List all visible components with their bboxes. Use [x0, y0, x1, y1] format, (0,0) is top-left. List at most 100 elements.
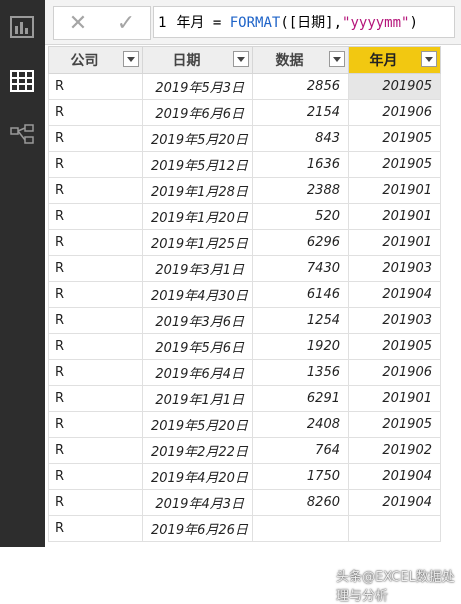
column-header-date[interactable]: 日期 — [142, 46, 253, 74]
cell-date[interactable]: 2019年6月26日 — [142, 515, 253, 542]
cell-company[interactable]: R — [48, 489, 143, 516]
cell-data[interactable]: 1750 — [252, 463, 349, 490]
cell-data[interactable]: 1636 — [252, 151, 349, 178]
commit-icon[interactable]: ✓ — [117, 11, 135, 36]
cell-date[interactable]: 2019年3月1日 — [142, 255, 253, 282]
data-view-icon[interactable] — [9, 68, 35, 94]
table-row[interactable]: R 2019年5月6日 1920 201905 — [48, 333, 441, 360]
formula-input[interactable]: 1 年月 = FORMAT([日期],"yyyymm") — [153, 6, 455, 38]
cell-data[interactable]: 7430 — [252, 255, 349, 282]
table-row[interactable]: R 2019年5月3日 2856 201905 — [48, 73, 441, 100]
table-row[interactable]: R 2019年4月30日 6146 201904 — [48, 281, 441, 308]
cell-yearmonth[interactable]: 201905 — [348, 125, 441, 152]
table-row[interactable]: R 2019年1月20日 520 201901 — [48, 203, 441, 230]
cell-data[interactable]: 1356 — [252, 359, 349, 386]
cell-yearmonth[interactable] — [348, 515, 441, 542]
cell-yearmonth[interactable]: 201903 — [348, 255, 441, 282]
cell-date[interactable]: 2019年4月3日 — [142, 489, 253, 516]
cell-data[interactable]: 6291 — [252, 385, 349, 412]
cell-data[interactable]: 843 — [252, 125, 349, 152]
cell-company[interactable]: R — [48, 99, 143, 126]
cell-date[interactable]: 2019年4月30日 — [142, 281, 253, 308]
cell-date[interactable]: 2019年5月6日 — [142, 333, 253, 360]
cell-company[interactable]: R — [48, 151, 143, 178]
cell-yearmonth[interactable]: 201902 — [348, 437, 441, 464]
cell-company[interactable]: R — [48, 177, 143, 204]
cell-company[interactable]: R — [48, 385, 143, 412]
cell-company[interactable]: R — [48, 307, 143, 334]
column-header-yearmonth[interactable]: 年月 — [348, 46, 441, 74]
table-row[interactable]: R 2019年1月28日 2388 201901 — [48, 177, 441, 204]
cell-date[interactable]: 2019年6月6日 — [142, 99, 253, 126]
table-row[interactable]: R 2019年5月20日 843 201905 — [48, 125, 441, 152]
filter-dropdown-icon[interactable] — [123, 51, 139, 67]
cell-yearmonth[interactable]: 201901 — [348, 177, 441, 204]
cell-company[interactable]: R — [48, 437, 143, 464]
cell-company[interactable]: R — [48, 411, 143, 438]
cell-yearmonth[interactable]: 201905 — [348, 333, 441, 360]
cell-yearmonth[interactable]: 201905 — [348, 151, 441, 178]
cell-yearmonth[interactable]: 201901 — [348, 203, 441, 230]
table-row[interactable]: R 2019年6月26日 — [48, 515, 441, 542]
cell-data[interactable]: 6296 — [252, 229, 349, 256]
column-header-data[interactable]: 数据 — [252, 46, 349, 74]
cell-data[interactable]: 6146 — [252, 281, 349, 308]
cell-company[interactable]: R — [48, 515, 143, 542]
cell-data[interactable]: 520 — [252, 203, 349, 230]
cell-data[interactable]: 764 — [252, 437, 349, 464]
cell-date[interactable]: 2019年4月20日 — [142, 463, 253, 490]
cell-company[interactable]: R — [48, 333, 143, 360]
cancel-icon[interactable]: ✕ — [69, 11, 87, 36]
cell-company[interactable]: R — [48, 125, 143, 152]
filter-dropdown-icon[interactable] — [233, 51, 249, 67]
report-view-icon[interactable] — [9, 14, 35, 40]
cell-date[interactable]: 2019年1月20日 — [142, 203, 253, 230]
cell-date[interactable]: 2019年3月6日 — [142, 307, 253, 334]
cell-yearmonth[interactable]: 201905 — [348, 411, 441, 438]
table-row[interactable]: R 2019年5月20日 2408 201905 — [48, 411, 441, 438]
cell-data[interactable] — [252, 515, 349, 542]
cell-company[interactable]: R — [48, 229, 143, 256]
cell-date[interactable]: 2019年6月4日 — [142, 359, 253, 386]
table-row[interactable]: R 2019年6月6日 2154 201906 — [48, 99, 441, 126]
cell-data[interactable]: 2856 — [252, 73, 349, 100]
cell-yearmonth[interactable]: 201901 — [348, 385, 441, 412]
cell-yearmonth[interactable]: 201906 — [348, 99, 441, 126]
table-row[interactable]: R 2019年3月1日 7430 201903 — [48, 255, 441, 282]
table-row[interactable]: R 2019年4月20日 1750 201904 — [48, 463, 441, 490]
cell-date[interactable]: 2019年5月12日 — [142, 151, 253, 178]
cell-yearmonth[interactable]: 201906 — [348, 359, 441, 386]
cell-yearmonth[interactable]: 201904 — [348, 489, 441, 516]
cell-data[interactable]: 2154 — [252, 99, 349, 126]
cell-yearmonth[interactable]: 201903 — [348, 307, 441, 334]
table-row[interactable]: R 2019年5月12日 1636 201905 — [48, 151, 441, 178]
cell-data[interactable]: 1920 — [252, 333, 349, 360]
table-row[interactable]: R 2019年1月1日 6291 201901 — [48, 385, 441, 412]
cell-data[interactable]: 8260 — [252, 489, 349, 516]
cell-company[interactable]: R — [48, 359, 143, 386]
cell-yearmonth[interactable]: 201904 — [348, 281, 441, 308]
cell-date[interactable]: 2019年1月25日 — [142, 229, 253, 256]
filter-dropdown-icon[interactable] — [329, 51, 345, 67]
cell-data[interactable]: 2408 — [252, 411, 349, 438]
cell-company[interactable]: R — [48, 73, 143, 100]
table-row[interactable]: R 2019年1月25日 6296 201901 — [48, 229, 441, 256]
cell-date[interactable]: 2019年5月3日 — [142, 73, 253, 100]
cell-date[interactable]: 2019年5月20日 — [142, 411, 253, 438]
model-view-icon[interactable] — [9, 122, 35, 148]
cell-data[interactable]: 1254 — [252, 307, 349, 334]
cell-company[interactable]: R — [48, 255, 143, 282]
table-row[interactable]: R 2019年6月4日 1356 201906 — [48, 359, 441, 386]
cell-company[interactable]: R — [48, 281, 143, 308]
table-row[interactable]: R 2019年4月3日 8260 201904 — [48, 489, 441, 516]
cell-yearmonth[interactable]: 201901 — [348, 229, 441, 256]
filter-dropdown-icon[interactable] — [421, 51, 437, 67]
column-header-company[interactable]: 公司 — [48, 46, 143, 74]
cell-date[interactable]: 2019年5月20日 — [142, 125, 253, 152]
table-row[interactable]: R 2019年2月22日 764 201902 — [48, 437, 441, 464]
cell-yearmonth[interactable]: 201904 — [348, 463, 441, 490]
cell-company[interactable]: R — [48, 463, 143, 490]
cell-company[interactable]: R — [48, 203, 143, 230]
table-row[interactable]: R 2019年3月6日 1254 201903 — [48, 307, 441, 334]
cell-yearmonth[interactable]: 201905 — [348, 73, 441, 100]
